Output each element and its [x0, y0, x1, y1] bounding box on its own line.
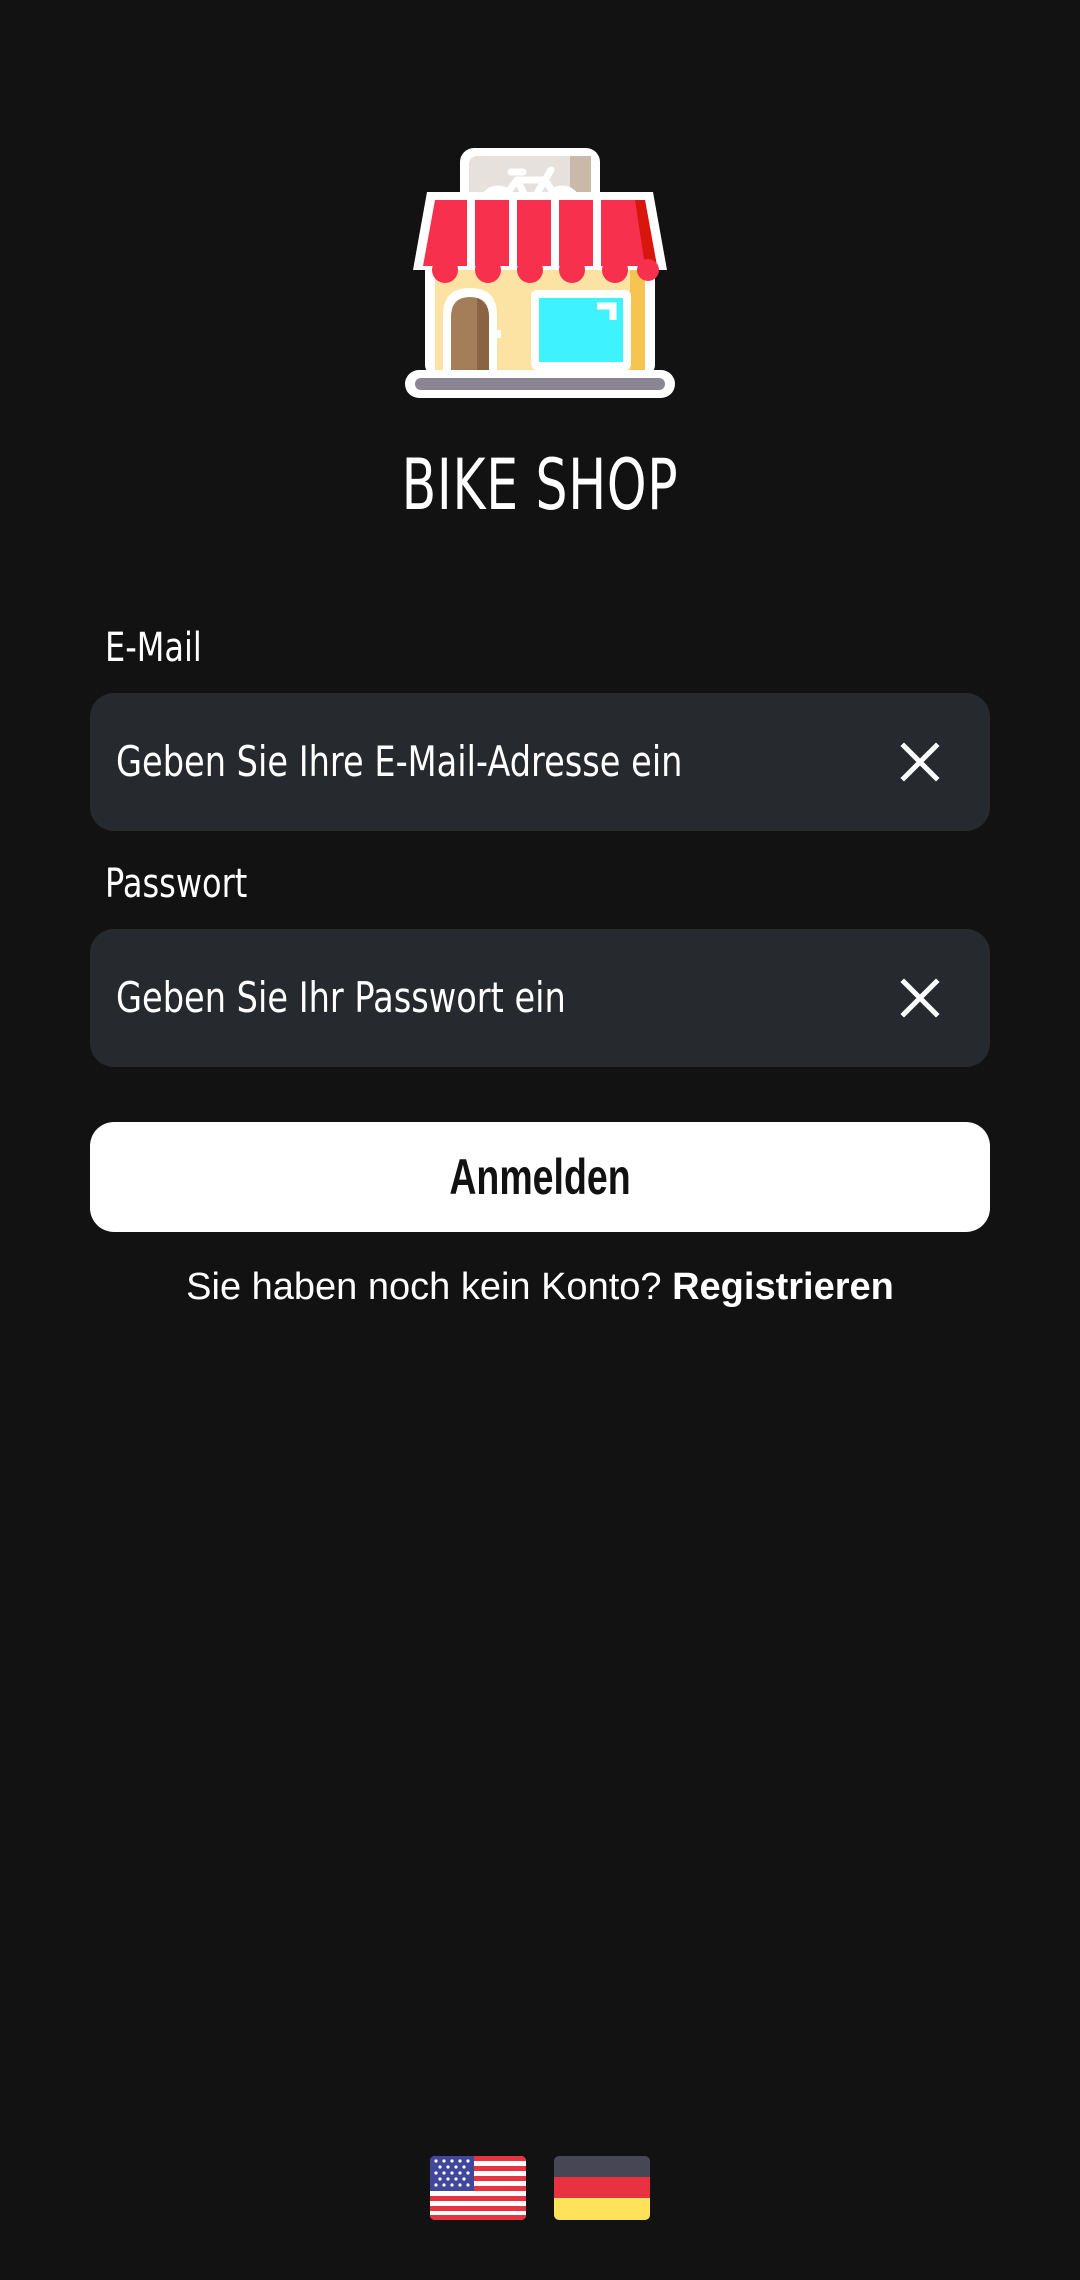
app-title: BIKE SHOP — [401, 444, 679, 526]
email-placeholder: Geben Sie Ihre E-Mail-Adresse ein — [116, 737, 683, 786]
bike-shop-storefront-icon — [405, 140, 675, 410]
login-button[interactable]: Anmelden — [90, 1122, 990, 1232]
register-link[interactable]: Registrieren — [672, 1266, 894, 1308]
email-field[interactable]: Geben Sie Ihre E-Mail-Adresse ein — [90, 693, 990, 831]
login-button-label: Anmelden — [449, 1149, 631, 1205]
password-label: Passwort — [105, 861, 248, 907]
us-flag-icon[interactable] — [430, 2156, 526, 2220]
password-placeholder: Geben Sie Ihr Passwort ein — [116, 973, 566, 1022]
german-flag-icon[interactable] — [554, 2156, 650, 2220]
password-field[interactable]: Geben Sie Ihr Passwort ein — [90, 929, 990, 1067]
signup-text: Sie haben noch kein Konto? — [186, 1266, 673, 1308]
close-icon[interactable] — [890, 732, 950, 792]
signup-prompt: Sie haben noch kein Konto? Registrieren — [0, 1258, 1080, 1316]
close-icon[interactable] — [890, 968, 950, 1028]
email-label: E-Mail — [105, 625, 202, 671]
